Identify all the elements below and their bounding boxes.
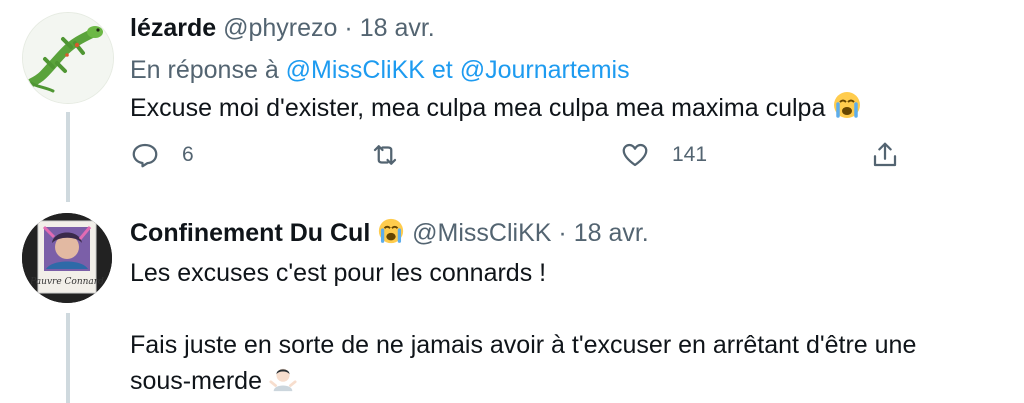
tweet-text: Excuse moi d'exister, mea culpa mea culp…: [130, 90, 862, 126]
mention-link[interactable]: @MissCliKK: [286, 56, 425, 84]
reply-and: et: [431, 56, 453, 84]
display-name[interactable]: Confinement Du Cul: [130, 219, 370, 247]
timestamp[interactable]: 18 avr.: [574, 219, 649, 247]
retweet-button[interactable]: [370, 140, 422, 170]
tweet-text-line: Les excuses c'est pour les connards !: [130, 259, 547, 287]
reply-icon: [132, 143, 158, 168]
crying-face-icon: [834, 92, 861, 118]
reply-prefix: En réponse à: [130, 56, 279, 84]
like-count: 141: [672, 143, 708, 166]
reply-context: En réponse à @MissCliKK et @Journartemis: [130, 56, 630, 85]
retweet-icon: [373, 145, 397, 165]
tweet-lezarde: lézarde @phyrezo · 18 avr. En réponse à …: [0, 0, 1024, 205]
tweet-header: Confinement Du Cul @MissCliKK · 18 avr.: [130, 217, 649, 248]
separator: ·: [344, 14, 353, 42]
tweet-text-line-last: sous-merde: [130, 363, 916, 399]
tweet-text-line: Fais juste en sorte de ne jamais avoir à…: [130, 331, 917, 359]
reply-count: 6: [182, 143, 194, 166]
like-button[interactable]: 141: [620, 140, 707, 170]
person-shrugging-icon: [269, 368, 297, 392]
avatar-lezarde[interactable]: [22, 12, 114, 104]
tweet-text-content: Excuse moi d'exister, mea culpa mea culp…: [130, 94, 826, 122]
tweet-header: lézarde @phyrezo · 18 avr.: [130, 14, 435, 43]
crying-face-icon: [379, 218, 404, 244]
heart-icon: [622, 143, 648, 167]
tweet-confinement: Pauvre Connard Confinement Du Cul @MissC…: [0, 205, 1024, 403]
thread-line: [66, 313, 70, 403]
avatar-confinement[interactable]: Pauvre Connard: [22, 213, 112, 303]
mention-link[interactable]: @Journartemis: [460, 56, 630, 84]
handle[interactable]: @MissCliKK: [412, 219, 551, 247]
share-button[interactable]: [870, 140, 900, 170]
display-name[interactable]: lézarde: [130, 14, 216, 42]
tweet-text: Les excuses c'est pour les connards ! Fa…: [130, 255, 916, 399]
tweet-text-content: sous-merde: [130, 367, 262, 395]
separator: ·: [558, 219, 567, 247]
timestamp[interactable]: 18 avr.: [360, 14, 435, 42]
avatar-caption: Pauvre Connard: [30, 277, 104, 287]
share-icon: [873, 142, 897, 167]
reply-button[interactable]: 6: [130, 140, 194, 170]
thread-line: [66, 112, 70, 202]
avatar-image: [22, 213, 112, 303]
tweet-actions: 6 141: [130, 140, 930, 180]
handle[interactable]: @phyrezo: [223, 14, 337, 42]
lizard-icon: [23, 13, 113, 103]
